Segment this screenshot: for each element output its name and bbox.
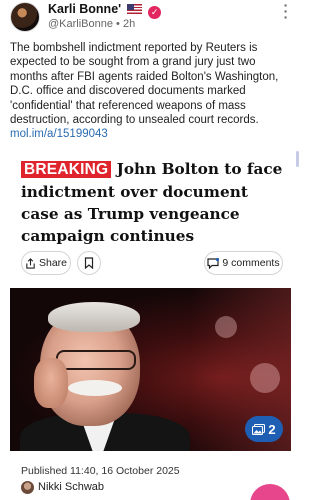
byline[interactable]: Nikki Schwab [21, 479, 104, 495]
photo-moustache [68, 380, 122, 396]
verified-icon: ✓ [148, 6, 162, 19]
bookmark-button[interactable] [77, 251, 101, 275]
gallery-count: 2 [268, 421, 276, 437]
post-time: 2h [122, 18, 136, 30]
photo-hair [48, 302, 140, 332]
scrollbar[interactable] [296, 151, 299, 167]
author-name[interactable]: Karli Bonne' ✓ [48, 2, 162, 19]
byline-author[interactable]: Nikki Schwab [38, 481, 104, 493]
photo-hand [34, 358, 68, 408]
photo-bokeh [250, 363, 280, 393]
bookmark-icon [84, 257, 94, 269]
share-icon [25, 257, 36, 269]
author-name-text[interactable]: Karli Bonne' [48, 2, 121, 16]
more-vertical-icon[interactable]: · · · [281, 0, 291, 24]
gallery-icon [252, 423, 266, 435]
share-label: Share [38, 257, 68, 269]
author-handle[interactable]: @KarliBonne [48, 18, 113, 30]
article-card[interactable]: BREAKING John Bolton to face indictment … [10, 148, 291, 500]
published-date: Published 11:40, 16 October 2025 [21, 465, 180, 477]
post-text: The bombshell indictment reported by Reu… [10, 42, 279, 127]
photo-bokeh [215, 316, 237, 338]
author-avatar[interactable] [10, 2, 40, 32]
author-avatar-small [21, 480, 34, 494]
photo-glasses [56, 350, 136, 370]
separator: • [116, 18, 120, 30]
breaking-badge: BREAKING [21, 161, 112, 178]
handle-line: @KarliBonne • 2h [48, 18, 135, 30]
gallery-button[interactable]: 2 [245, 416, 283, 442]
article-headline[interactable]: BREAKING John Bolton to face indictment … [21, 158, 287, 247]
post-header: Karli Bonne' ✓ @KarliBonne • 2h · · · [10, 0, 291, 34]
comments-button[interactable]: 9 comments [204, 251, 283, 275]
article-actions: Share 9 comments [21, 251, 283, 276]
post-link[interactable]: mol.im/a/15199043 [10, 128, 108, 140]
us-flag-icon [126, 4, 142, 14]
article-photo[interactable]: 2 [10, 288, 291, 451]
comment-icon [207, 257, 220, 269]
share-button[interactable]: Share [21, 251, 71, 275]
post-body: The bombshell indictment reported by Reu… [10, 41, 293, 142]
comments-label: 9 comments [222, 257, 280, 269]
